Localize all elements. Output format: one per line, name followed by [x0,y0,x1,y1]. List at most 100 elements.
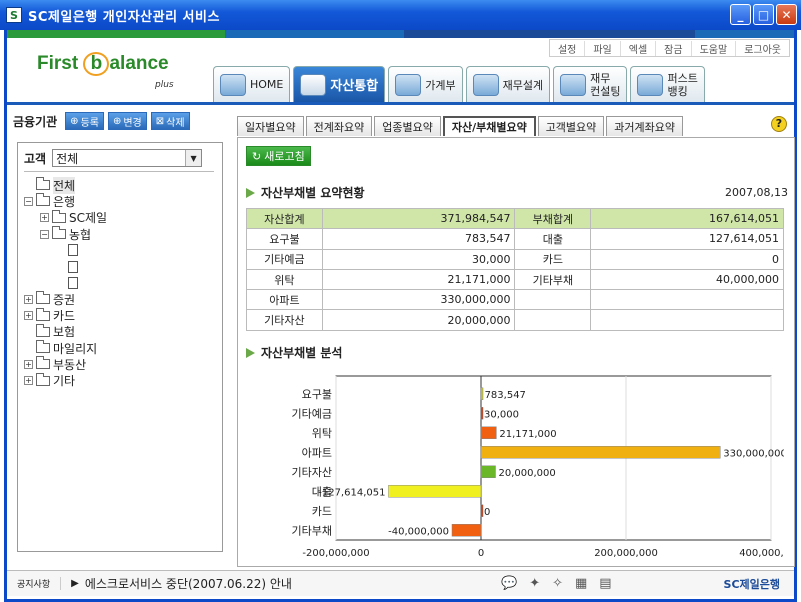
tree-node[interactable]: + SC제일 [24,209,107,226]
strip-segment [582,30,695,38]
tree-node[interactable]: 전체 [24,176,107,194]
lock-link[interactable]: 잠금 [655,40,690,56]
table-cell: 783,547 [321,228,516,250]
help-icon[interactable]: ? [771,116,787,132]
tab-consulting[interactable]: 재무 컨설팅 [553,66,628,102]
collapse-icon[interactable]: − [40,229,49,239]
triangle-icon [246,347,255,358]
customer-select[interactable]: 전체 ▼ [52,149,203,167]
consult-icon[interactable]: ✧ [552,576,563,591]
home-icon [220,73,246,96]
tab-financial-planning[interactable]: 재무설계 [465,66,551,102]
document-icon [68,276,78,289]
assistant-icon[interactable]: ✦ [529,576,540,591]
close-button[interactable]: ✕ [776,4,797,25]
table-cell: 127,614,051 [590,228,784,250]
logo-plus: plus [155,80,174,90]
tab-daily-summary[interactable]: 일자별요약 [237,116,304,136]
category-label: 요구불 [302,388,332,401]
play-icon: ▶ [71,578,79,589]
data-label: 0 [484,507,490,518]
btn-label: 등록 [80,117,99,129]
expand-icon[interactable]: + [24,376,33,386]
tree-node[interactable]: + 증권 [24,291,107,307]
nav-divider [7,102,794,105]
file-link[interactable]: 파일 [584,40,619,56]
folder-icon [36,372,50,386]
expand-icon[interactable]: + [24,311,33,321]
strip-segment [225,30,404,38]
tree-node[interactable] [24,242,107,258]
bar [480,407,484,420]
table-cell: 부채합계 [514,207,592,230]
table-cell [590,289,784,311]
table-cell: 위탁 [246,268,323,291]
asset-liability-chart: -200,000,000 0 200,000,000 400,000,000 요구불 78… [246,372,801,564]
tree-node-label: 마일리지 [53,341,98,356]
register-button[interactable]: ⊕ 등록 [65,112,104,130]
tree-node[interactable]: + 기타 [24,372,107,389]
tab-all-accounts-summary[interactable]: 전계좌요약 [305,116,373,136]
tab-home[interactable]: HOME [213,66,291,102]
tab-asset-liability-summary[interactable]: 자산/부채별요약 [442,116,536,136]
refresh-button[interactable]: ↻ 새로고침 [246,146,311,166]
document-icon [68,244,78,257]
section-title: 자산부채별 분석 [261,346,343,360]
tab-customer-summary[interactable]: 고객별요약 [537,116,605,136]
tree-node[interactable]: 마일리지 [24,340,107,356]
calendar-icon[interactable]: ▤ [599,576,611,591]
expand-icon[interactable]: + [40,213,49,223]
settings-link[interactable]: 설정 [550,41,584,56]
bar [480,446,721,459]
edit-button[interactable]: ⊕ 변경 [107,112,147,130]
folder-icon [36,307,50,321]
table-cell: 20,000,000 [321,309,516,331]
tab-industry-summary[interactable]: 업종별요약 [374,116,441,136]
notice-message[interactable]: 에스크로서비스 중단(2007.06.22) 안내 [85,575,292,592]
tree-node[interactable]: 보험 [24,323,107,340]
tree-node[interactable]: − 농협 [24,226,107,242]
minimize-button[interactable]: _ [730,4,751,25]
collapse-icon[interactable]: − [24,196,33,206]
tab-past-account-summary[interactable]: 과거계좌요약 [606,116,684,136]
table-cell: 30,000 [321,248,516,270]
category-label: 기타예금 [292,407,332,420]
folder-icon [36,193,50,207]
tree-node[interactable] [24,258,107,274]
tree-node[interactable]: + 부동산 [24,356,107,372]
excel-link[interactable]: 엑셀 [619,40,655,56]
table-row: 자산합계 371,984,547 부채합계 167,614,051 [246,207,784,230]
tab-first-banking[interactable]: 퍼스트 뱅킹 [630,66,705,102]
x-tick-label: -200,000,000 [302,548,369,559]
help-link[interactable]: 도움말 [690,40,736,56]
section-summary-heading: 자산부채별 요약현황 [246,184,365,201]
consulting-icon [560,73,587,96]
tree-node[interactable]: − 은행 [24,193,107,209]
tree-node[interactable]: + 카드 [24,307,107,323]
tab-label: HOME [250,78,284,91]
expand-icon[interactable]: + [24,359,33,369]
tab-household-ledger[interactable]: 가계부 [388,66,463,102]
maximize-button[interactable]: □ [753,4,774,25]
table-row: 요구불 783,547 대출 127,614,051 [246,228,784,250]
chart-svg: -200,000,000 0 200,000,000 400,000,000 요구불 78… [292,375,801,559]
table-row: 아파트 330,000,000 [246,289,784,311]
title-bar: S SC제일은행 개인자산관리 서비스 _ □ ✕ [0,0,801,30]
table-cell: 21,171,000 [321,268,516,291]
tree-node-label: 농협 [69,227,92,242]
logout-link[interactable]: 로그아웃 [735,40,789,56]
expand-icon[interactable]: + [24,294,33,304]
tree-node[interactable] [24,275,107,291]
calculator-icon[interactable]: ▦ [575,576,587,591]
strip-segment [403,30,583,38]
delete-button[interactable]: ⊠ 삭제 [150,112,190,130]
strip-segment [165,30,226,38]
chat-icon[interactable]: 💬 [501,576,517,591]
data-label: 21,171,000 [499,429,556,440]
tab-asset-integration[interactable]: 자산통합 [293,66,386,102]
category-label: 아파트 [302,446,332,459]
table-cell [514,289,592,311]
chevron-down-icon[interactable]: ▼ [185,150,202,166]
data-label: -127,614,051 [318,487,385,498]
